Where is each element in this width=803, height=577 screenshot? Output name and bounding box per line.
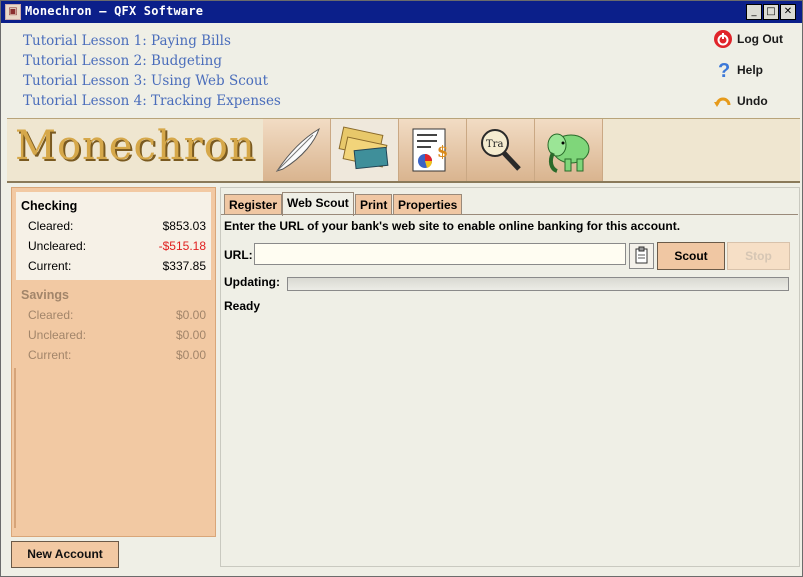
checking-account[interactable]: Checking Cleared: $853.03 Uncleared: -$5…: [16, 192, 211, 280]
row-value: $0.00: [175, 348, 206, 362]
minimize-button[interactable]: _: [746, 4, 762, 20]
paste-button[interactable]: [629, 243, 654, 269]
account-row-cleared: Cleared: $853.03: [28, 219, 206, 235]
url-input[interactable]: [254, 243, 626, 265]
instruction-text: Enter the URL of your bank's web site to…: [224, 219, 681, 233]
transaction-search-button[interactable]: Tra: [467, 119, 535, 181]
help-label: Help: [737, 63, 764, 77]
account-row-uncleared: Uncleared: $0.00: [28, 328, 206, 344]
tutorial-link-1[interactable]: Tutorial Lesson 1: Paying Bills: [23, 33, 281, 53]
stop-button[interactable]: Stop: [727, 242, 790, 270]
tutorial-link-4[interactable]: Tutorial Lesson 4: Tracking Expenses: [23, 93, 281, 113]
savings-account[interactable]: Savings Cleared: $0.00 Uncleared: $0.00 …: [16, 284, 211, 364]
tab-web-scout[interactable]: Web Scout: [282, 192, 354, 216]
app-icon[interactable]: ▣: [5, 4, 21, 20]
tutorial-link-3[interactable]: Tutorial Lesson 3: Using Web Scout: [23, 73, 281, 93]
tutorial-links: Tutorial Lesson 1: Paying Bills Tutorial…: [23, 33, 281, 113]
account-row-current: Current: $0.00: [28, 348, 206, 364]
brand-banner: Monechron $ Tra: [7, 118, 800, 183]
account-row-cleared: Cleared: $0.00: [28, 308, 206, 324]
window-title: Monechron – QFX Software: [25, 4, 204, 18]
row-label: Uncleared:: [28, 328, 87, 342]
tab-properties[interactable]: Properties: [393, 194, 463, 215]
help-button[interactable]: ? Help: [713, 60, 802, 82]
title-bar[interactable]: ▣ Monechron – QFX Software _ □ ✕: [1, 1, 802, 23]
account-row-current: Current: $337.85: [28, 259, 206, 275]
account-detail-panel: Register Web Scout Print Properties Ente…: [220, 187, 800, 567]
clipboard-icon: [635, 246, 648, 264]
magnifier-transaction-icon: Tra: [481, 129, 521, 171]
web-scout-panel: Enter the URL of your bank's web site to…: [221, 214, 798, 567]
updating-label: Updating:: [224, 275, 280, 289]
svg-text:Tra: Tra: [486, 139, 503, 150]
logout-button[interactable]: Log Out: [713, 29, 802, 51]
row-value: $0.00: [175, 328, 206, 342]
account-name: Savings: [21, 288, 69, 302]
app-logo: Monechron: [15, 123, 256, 169]
tutorial-link-2[interactable]: Tutorial Lesson 2: Budgeting: [23, 53, 281, 73]
power-icon: [714, 30, 732, 48]
status-text: Ready: [224, 299, 261, 313]
row-label: Uncleared:: [28, 239, 87, 253]
maximize-button[interactable]: □: [763, 4, 779, 20]
report-button[interactable]: $: [399, 119, 467, 181]
tab-print[interactable]: Print: [355, 194, 393, 215]
elephant-icon: [547, 133, 590, 173]
quill-pen-icon: [275, 127, 320, 172]
logout-label: Log Out: [737, 32, 783, 46]
close-button[interactable]: ✕: [780, 4, 796, 20]
update-progress-bar: [287, 277, 789, 291]
url-label: URL:: [224, 248, 253, 262]
new-account-button[interactable]: New Account: [11, 541, 119, 568]
elephant-button[interactable]: [535, 119, 603, 181]
app-window: ▣ Monechron – QFX Software _ □ ✕ Tutoria…: [0, 0, 803, 577]
row-value: $337.85: [162, 259, 206, 273]
checks-and-cards-icon: [338, 126, 389, 170]
row-label: Current:: [28, 348, 72, 362]
tab-register[interactable]: Register: [224, 194, 283, 215]
account-row-uncleared: Uncleared: -$515.18: [28, 239, 206, 255]
quill-pen-button[interactable]: [263, 119, 331, 181]
row-value: $0.00: [175, 308, 206, 322]
account-name: Checking: [21, 199, 78, 213]
undo-arrow-icon: [714, 97, 731, 107]
accounts-panel: Checking Cleared: $853.03 Uncleared: -$5…: [11, 187, 216, 537]
svg-text:$: $: [437, 142, 448, 161]
undo-button[interactable]: Undo: [713, 91, 802, 113]
undo-label: Undo: [737, 94, 768, 108]
panel-divider: [14, 368, 16, 528]
row-value: -$515.18: [158, 239, 206, 253]
row-value: $853.03: [162, 219, 206, 233]
svg-text:?: ?: [718, 60, 730, 80]
row-label: Cleared:: [28, 308, 74, 322]
report-chart-icon: $: [412, 128, 448, 172]
row-label: Cleared:: [28, 219, 74, 233]
scout-button[interactable]: Scout: [657, 242, 725, 270]
question-mark-icon: ?: [718, 60, 730, 80]
checks-cards-button[interactable]: [331, 119, 399, 181]
row-label: Current:: [28, 259, 72, 273]
